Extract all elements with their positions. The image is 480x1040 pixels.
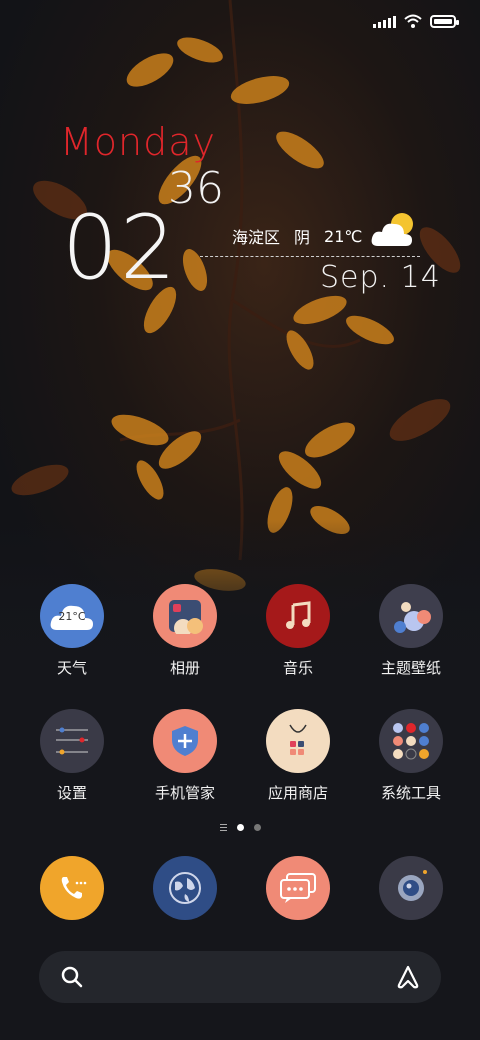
battery-icon — [430, 14, 459, 28]
weather-badge: 21°C — [58, 610, 86, 623]
day-of-week: Monday — [60, 120, 217, 164]
app-label: 相册 — [169, 659, 200, 677]
menu-lines-icon — [219, 824, 227, 831]
music-note-icon — [266, 584, 330, 648]
page-dot-active[interactable] — [236, 824, 244, 831]
app-system-tools[interactable]: 系统工具 — [361, 709, 461, 803]
app-label: 设置 — [56, 784, 87, 802]
wifi-icon — [404, 14, 422, 28]
security-shield-icon — [153, 709, 217, 773]
weather-cloud-icon: 21°C — [40, 584, 104, 648]
page-indicator — [0, 824, 480, 831]
weather-condition: 阴 — [294, 228, 311, 247]
themes-icon — [379, 584, 443, 648]
app-store[interactable]: 应用商店 — [248, 709, 348, 803]
phone-icon — [40, 856, 104, 920]
date-label: Sep. 14 — [320, 260, 441, 295]
app-themes[interactable]: 主题壁纸 — [361, 584, 461, 678]
page-dot[interactable] — [253, 824, 261, 831]
app-label: 音乐 — [282, 659, 313, 677]
assistant-a-icon[interactable] — [395, 965, 421, 989]
wallpaper — [0, 0, 480, 660]
app-label: 应用商店 — [267, 784, 328, 802]
dock-browser[interactable] — [135, 856, 235, 920]
location-label: 海淀区 — [232, 228, 281, 247]
messages-icon — [266, 856, 330, 920]
search-bar[interactable] — [39, 951, 441, 1003]
app-settings[interactable]: 设置 — [22, 709, 122, 803]
app-gallery[interactable]: 相册 — [135, 584, 235, 678]
app-music[interactable]: 音乐 — [248, 584, 348, 678]
status-bar — [373, 12, 459, 30]
search-icon[interactable] — [61, 966, 83, 988]
weather-info: 海淀区 阴 21℃ — [232, 224, 362, 248]
folder-icon — [379, 709, 443, 773]
app-label: 手机管家 — [154, 784, 215, 802]
app-label: 主题壁纸 — [380, 659, 441, 677]
shopping-bag-icon — [266, 709, 330, 773]
widget-divider — [200, 256, 420, 257]
dock-phone[interactable] — [22, 856, 122, 920]
settings-sliders-icon — [40, 709, 104, 773]
signal-bars-icon — [373, 14, 396, 28]
dock-camera[interactable] — [361, 856, 461, 920]
camera-icon — [379, 856, 443, 920]
browser-globe-icon — [153, 856, 217, 920]
app-weather[interactable]: 21°C 天气 — [22, 584, 122, 678]
app-label: 天气 — [56, 659, 87, 677]
dock-messages[interactable] — [248, 856, 348, 920]
app-label: 系统工具 — [380, 784, 441, 802]
temperature-label: 21℃ — [324, 226, 363, 246]
clock-hour: 02 — [62, 196, 178, 299]
gallery-icon — [153, 584, 217, 648]
cloudy-sun-icon — [371, 213, 413, 246]
app-security[interactable]: 手机管家 — [135, 709, 235, 803]
